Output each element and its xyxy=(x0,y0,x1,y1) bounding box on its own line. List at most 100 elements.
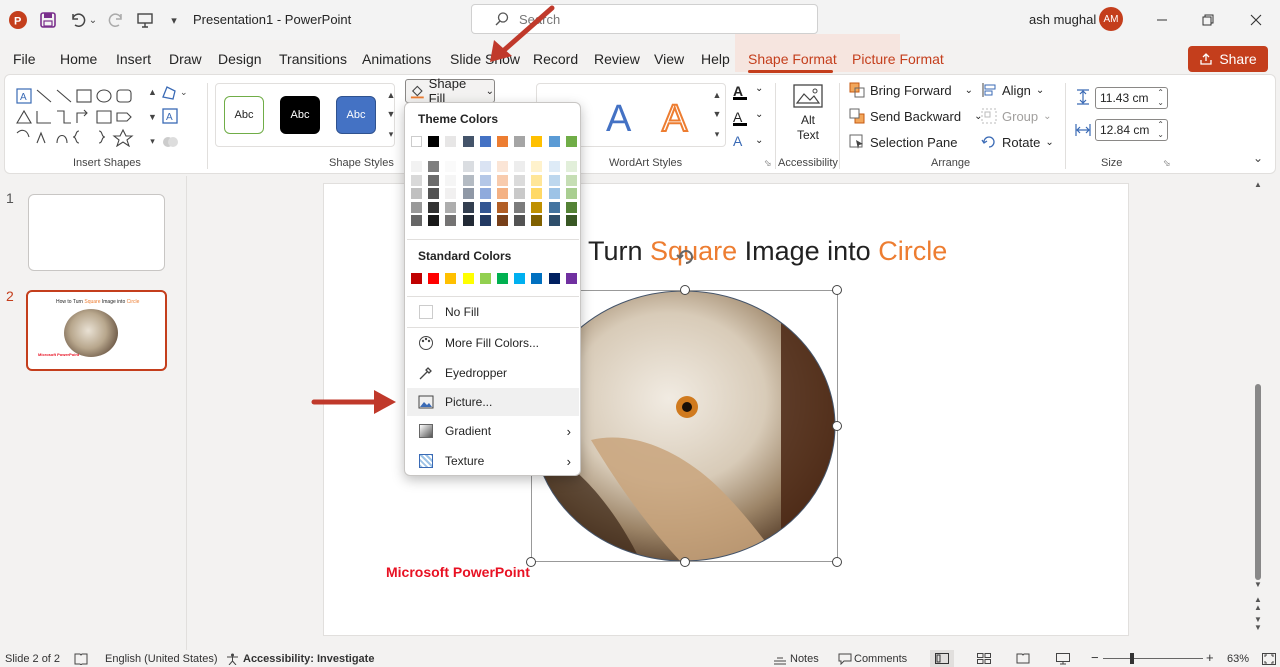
wordart-sample-orange[interactable]: A xyxy=(659,97,699,137)
no-fill-item[interactable]: No Fill xyxy=(407,298,579,326)
theme-shade-swatch[interactable] xyxy=(531,174,543,186)
theme-shade-swatch[interactable] xyxy=(411,215,422,226)
alt-text-icon[interactable] xyxy=(792,83,824,111)
style-sample-black[interactable]: Abc xyxy=(280,96,320,134)
tab-draw[interactable]: Draw xyxy=(169,44,202,74)
dialog-launcher-icon[interactable]: ⬂ xyxy=(764,158,772,169)
theme-shade-swatch[interactable] xyxy=(497,188,508,199)
style-sample-outline-green[interactable]: Abc xyxy=(224,96,264,134)
comments-button[interactable]: Comments xyxy=(854,653,907,665)
zoom-slider[interactable] xyxy=(1103,658,1203,659)
shapes-gallery-scroll[interactable]: ▲ ▼ ▾ xyxy=(148,87,157,147)
redo-icon[interactable] xyxy=(104,8,128,32)
accessibility-status[interactable]: Accessibility: Investigate xyxy=(243,653,374,665)
eyedropper-item[interactable]: Eyedropper xyxy=(407,359,579,387)
alt-text-button[interactable]: Alt Text xyxy=(792,113,824,143)
more-fill-colors-item[interactable]: More Fill Colors... xyxy=(407,329,579,357)
style-sample-blue[interactable]: Abc xyxy=(336,96,376,134)
spell-check-icon[interactable] xyxy=(74,653,88,665)
shape-fill-button[interactable]: Shape Fill ⌄ xyxy=(405,76,495,106)
theme-shade-swatch[interactable] xyxy=(565,161,577,172)
text-fill-icon[interactable]: A xyxy=(733,83,747,100)
resize-handle[interactable] xyxy=(680,557,690,567)
theme-shade-swatch[interactable] xyxy=(514,174,526,186)
standard-color-swatch[interactable] xyxy=(548,273,560,284)
theme-shade-swatch[interactable] xyxy=(462,174,474,186)
standard-color-swatch[interactable] xyxy=(411,273,422,284)
notes-button[interactable]: Notes xyxy=(790,653,819,665)
theme-shade-swatch[interactable] xyxy=(462,161,474,172)
slide-thumbnail-1[interactable] xyxy=(28,194,165,271)
shapes-gallery[interactable]: A xyxy=(15,87,145,147)
zoom-out-icon[interactable]: − xyxy=(1091,650,1099,665)
zoom-in-icon[interactable]: + xyxy=(1206,650,1214,665)
rotate-button[interactable]: Rotate ⌄ xyxy=(981,134,1054,150)
theme-color-swatch[interactable] xyxy=(497,136,508,147)
theme-shade-swatch[interactable] xyxy=(514,161,526,172)
reading-view-icon[interactable] xyxy=(1016,653,1030,664)
styles-gallery-scroll[interactable]: ▲ ▼ ▾ xyxy=(385,85,397,145)
theme-color-swatch[interactable] xyxy=(479,136,491,147)
theme-color-swatch[interactable] xyxy=(514,136,526,147)
theme-shade-swatch[interactable] xyxy=(479,161,491,172)
selection-pane-button[interactable]: Selection Pane xyxy=(849,134,957,150)
theme-color-swatch[interactable] xyxy=(531,136,543,147)
shape-height-input[interactable]: 11.43 cm ⌃ ⌄ xyxy=(1095,87,1168,109)
theme-shade-swatch[interactable] xyxy=(497,201,508,213)
text-outline-dropdown-icon[interactable]: ⌄ xyxy=(755,109,763,120)
text-fill-dropdown-icon[interactable]: ⌄ xyxy=(755,83,763,94)
collapse-ribbon-icon[interactable]: ⌄ xyxy=(1253,151,1263,165)
theme-shade-swatch[interactable] xyxy=(548,215,560,226)
merge-shapes-icon[interactable] xyxy=(161,133,183,154)
normal-view-button[interactable] xyxy=(930,650,954,667)
theme-shade-swatch[interactable] xyxy=(514,201,526,213)
group-button[interactable]: Group ⌄ xyxy=(981,108,1052,124)
theme-shade-swatch[interactable] xyxy=(428,188,440,199)
scroll-down-icon[interactable]: ▼ xyxy=(1254,580,1262,589)
spinner-icon[interactable]: ⌃ ⌄ xyxy=(1157,120,1164,140)
slide-sorter-icon[interactable] xyxy=(977,653,991,664)
size-dialog-launcher-icon[interactable]: ⬂ xyxy=(1163,158,1171,169)
standard-color-swatch[interactable] xyxy=(514,273,526,284)
theme-shade-swatch[interactable] xyxy=(565,188,577,199)
slide-title[interactable]: o Turn Square Image into Circle xyxy=(566,236,947,267)
minimize-icon[interactable] xyxy=(1150,8,1174,32)
tab-design[interactable]: Design xyxy=(218,44,262,74)
theme-shade-swatch[interactable] xyxy=(462,215,474,226)
theme-shade-swatch[interactable] xyxy=(531,161,543,172)
scroll-up-icon[interactable]: ▲ xyxy=(1254,180,1262,189)
wordart-gallery-scroll[interactable]: ▲ ▼ ▾ xyxy=(711,85,723,145)
theme-shade-swatch[interactable] xyxy=(462,188,474,199)
theme-color-swatch[interactable] xyxy=(462,136,474,147)
slide-thumbnail-2[interactable]: How to Turn Square Image into Circle Mic… xyxy=(26,290,167,371)
standard-color-swatch[interactable] xyxy=(479,273,491,284)
undo-dropdown-icon[interactable]: ⌄ xyxy=(86,8,100,32)
align-button[interactable]: Align ⌄ xyxy=(981,82,1044,98)
tab-help[interactable]: Help xyxy=(701,44,730,74)
theme-color-swatch[interactable] xyxy=(411,136,422,147)
rotate-handle-icon[interactable] xyxy=(675,246,697,268)
language-status[interactable]: English (United States) xyxy=(105,653,218,665)
theme-shade-swatch[interactable] xyxy=(428,215,440,226)
standard-color-swatch[interactable] xyxy=(462,273,474,284)
standard-color-swatch[interactable] xyxy=(445,273,457,284)
theme-shade-swatch[interactable] xyxy=(497,215,508,226)
theme-shade-swatch[interactable] xyxy=(411,161,422,172)
scrollbar-thumb[interactable] xyxy=(1255,384,1261,580)
theme-color-swatch[interactable] xyxy=(445,136,457,147)
next-slide-icon[interactable]: ▼ ▼ xyxy=(1254,616,1262,632)
tab-home[interactable]: Home xyxy=(60,44,97,74)
edit-shape-icon[interactable]: ⌄ xyxy=(161,83,189,104)
tab-review[interactable]: Review xyxy=(594,44,640,74)
wordart-sample-blue[interactable]: A xyxy=(603,97,643,137)
standard-color-swatch[interactable] xyxy=(428,273,440,284)
slide-footer-text[interactable]: Microsoft PowerPoint xyxy=(386,564,530,580)
avatar[interactable]: AM xyxy=(1099,7,1123,31)
theme-shade-swatch[interactable] xyxy=(445,201,457,213)
text-effects-dropdown-icon[interactable]: ⌄ xyxy=(755,135,763,146)
theme-shade-swatch[interactable] xyxy=(514,188,526,199)
theme-shade-swatch[interactable] xyxy=(497,174,508,186)
theme-shade-swatch[interactable] xyxy=(565,215,577,226)
spinner-icon[interactable]: ⌃ ⌄ xyxy=(1157,88,1164,108)
theme-shade-swatch[interactable] xyxy=(565,201,577,213)
